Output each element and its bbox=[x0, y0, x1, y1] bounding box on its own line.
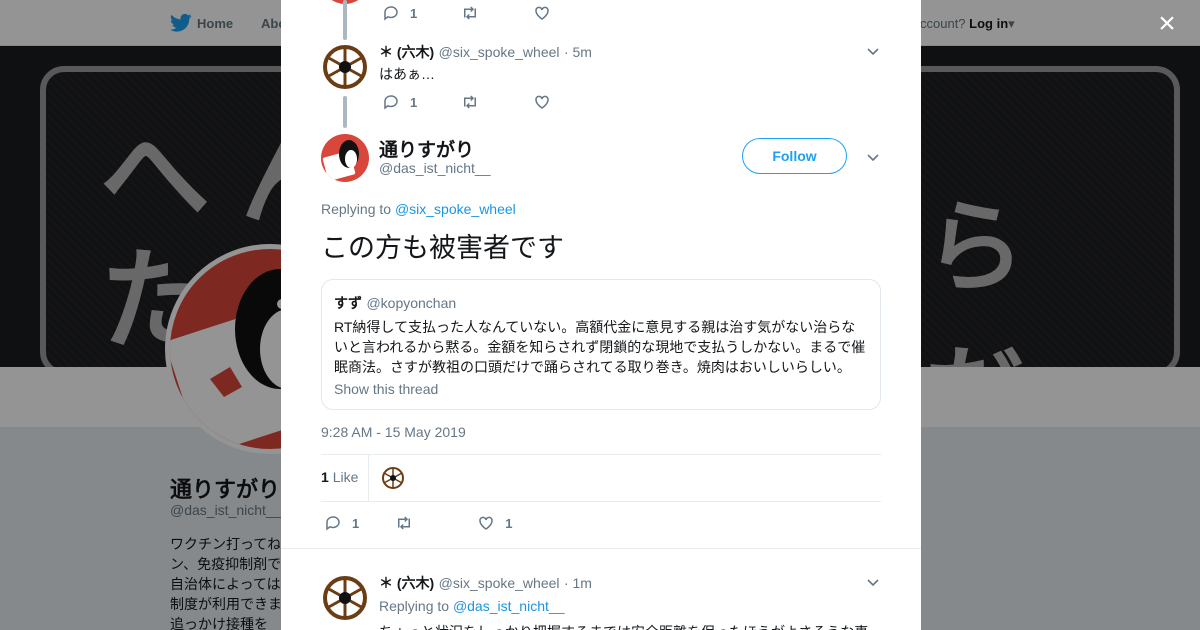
like-count: 1 bbox=[505, 515, 513, 531]
replying-to-prefix: Replying to bbox=[379, 598, 450, 614]
tweet-timestamp[interactable]: 9:28 AM - 15 May 2019 bbox=[321, 424, 466, 440]
display-name[interactable]: ＊ (六木) bbox=[379, 575, 434, 591]
retweet-button[interactable] bbox=[395, 514, 423, 532]
tweet-text: はあぁ… bbox=[379, 66, 435, 82]
liker-avatar[interactable] bbox=[381, 466, 405, 490]
reply-count: 1 bbox=[410, 5, 418, 21]
tweet-actions: 1 bbox=[382, 4, 605, 22]
penguin-avatar-image bbox=[322, 140, 359, 181]
heart-icon bbox=[535, 95, 549, 109]
tweet-actions: 1 bbox=[382, 93, 605, 111]
reply-count: 1 bbox=[352, 515, 360, 531]
quote-text: RT納得して支払った人なんていない。高額代金に意見する親は治す気がない治らないと… bbox=[334, 319, 866, 375]
wheel-avatar-image bbox=[382, 467, 404, 489]
thread-connector bbox=[343, 96, 347, 128]
reply-icon bbox=[326, 516, 340, 531]
chevron-down-icon[interactable] bbox=[865, 43, 881, 59]
reply-button[interactable]: 1 bbox=[382, 4, 417, 22]
thread-connector bbox=[343, 0, 347, 40]
like-button[interactable]: 1 bbox=[477, 514, 512, 532]
reply-icon bbox=[384, 95, 398, 110]
quote-handle: @kopyonchan bbox=[366, 295, 457, 311]
replying-to-link[interactable]: @das_ist_nicht__ bbox=[453, 598, 565, 614]
like-count: 1 bbox=[321, 469, 329, 485]
display-name[interactable]: ＊ (六木) bbox=[379, 44, 434, 60]
user-handle[interactable]: @das_ist_nicht__ bbox=[379, 160, 491, 176]
tweet-actions: 1 1 bbox=[324, 514, 556, 532]
avatar[interactable] bbox=[321, 574, 369, 622]
tweet-header: ＊ (六木) @six_spoke_wheel · 5m bbox=[379, 42, 592, 62]
avatar[interactable] bbox=[321, 43, 369, 91]
quote-display-name: すず bbox=[334, 295, 362, 311]
tweet-time[interactable]: · 5m bbox=[564, 44, 592, 60]
retweet-button[interactable] bbox=[461, 4, 489, 22]
replying-to-link[interactable]: @six_spoke_wheel bbox=[395, 201, 516, 217]
tweet-header: ＊ (六木) @six_spoke_wheel · 1m bbox=[379, 573, 592, 593]
reply-icon bbox=[384, 6, 398, 21]
tweet-text: この方も被害者です bbox=[321, 233, 564, 263]
heart-icon bbox=[479, 516, 493, 530]
display-name[interactable]: 通りすがり bbox=[379, 135, 474, 162]
wheel-avatar-image bbox=[323, 45, 367, 89]
tweet-text: ちょっと状況をしっかり把握するまでは安全距離を保ったほうがよさそうな事 bbox=[379, 622, 868, 630]
tweet-time[interactable]: · 1m bbox=[564, 575, 592, 591]
reply-count: 1 bbox=[410, 94, 418, 110]
retweet-icon bbox=[398, 516, 411, 530]
replying-to-prefix: Replying to bbox=[321, 201, 392, 217]
user-handle[interactable]: @six_spoke_wheel bbox=[439, 575, 560, 591]
replying-to: Replying to @six_spoke_wheel bbox=[321, 201, 516, 217]
reply-button[interactable]: 1 bbox=[382, 93, 417, 111]
wheel-avatar-image bbox=[323, 576, 367, 620]
quoted-tweet[interactable]: すず @kopyonchan RT納得して支払った人なんていない。高額代金に意見… bbox=[321, 279, 881, 410]
heart-icon bbox=[535, 6, 549, 20]
reply-button[interactable]: 1 bbox=[324, 514, 359, 532]
retweet-icon bbox=[464, 95, 477, 109]
divider bbox=[321, 454, 881, 455]
divider bbox=[281, 548, 921, 549]
like-button[interactable] bbox=[533, 93, 561, 111]
tweet-modal: 1 ＊ (六木) @six_spoke_wheel · 5m はあぁ… 1 通り… bbox=[281, 0, 921, 630]
replying-to: Replying to @das_ist_nicht__ bbox=[379, 598, 564, 614]
chevron-down-icon[interactable] bbox=[865, 574, 881, 590]
like-button[interactable] bbox=[533, 4, 561, 22]
show-thread-link[interactable]: Show this thread bbox=[334, 381, 868, 397]
divider bbox=[368, 455, 369, 501]
avatar[interactable] bbox=[321, 134, 369, 182]
chevron-down-icon[interactable] bbox=[865, 149, 881, 165]
retweet-button[interactable] bbox=[461, 93, 489, 111]
like-label: Like bbox=[332, 469, 359, 485]
retweet-icon bbox=[464, 6, 477, 20]
close-icon[interactable]: × bbox=[1155, 9, 1179, 39]
divider bbox=[321, 501, 881, 502]
like-stats[interactable]: 1 Like bbox=[321, 469, 358, 485]
follow-button[interactable]: Follow bbox=[742, 138, 847, 174]
quote-header: すず @kopyonchan bbox=[334, 293, 868, 313]
user-handle[interactable]: @six_spoke_wheel bbox=[439, 44, 560, 60]
